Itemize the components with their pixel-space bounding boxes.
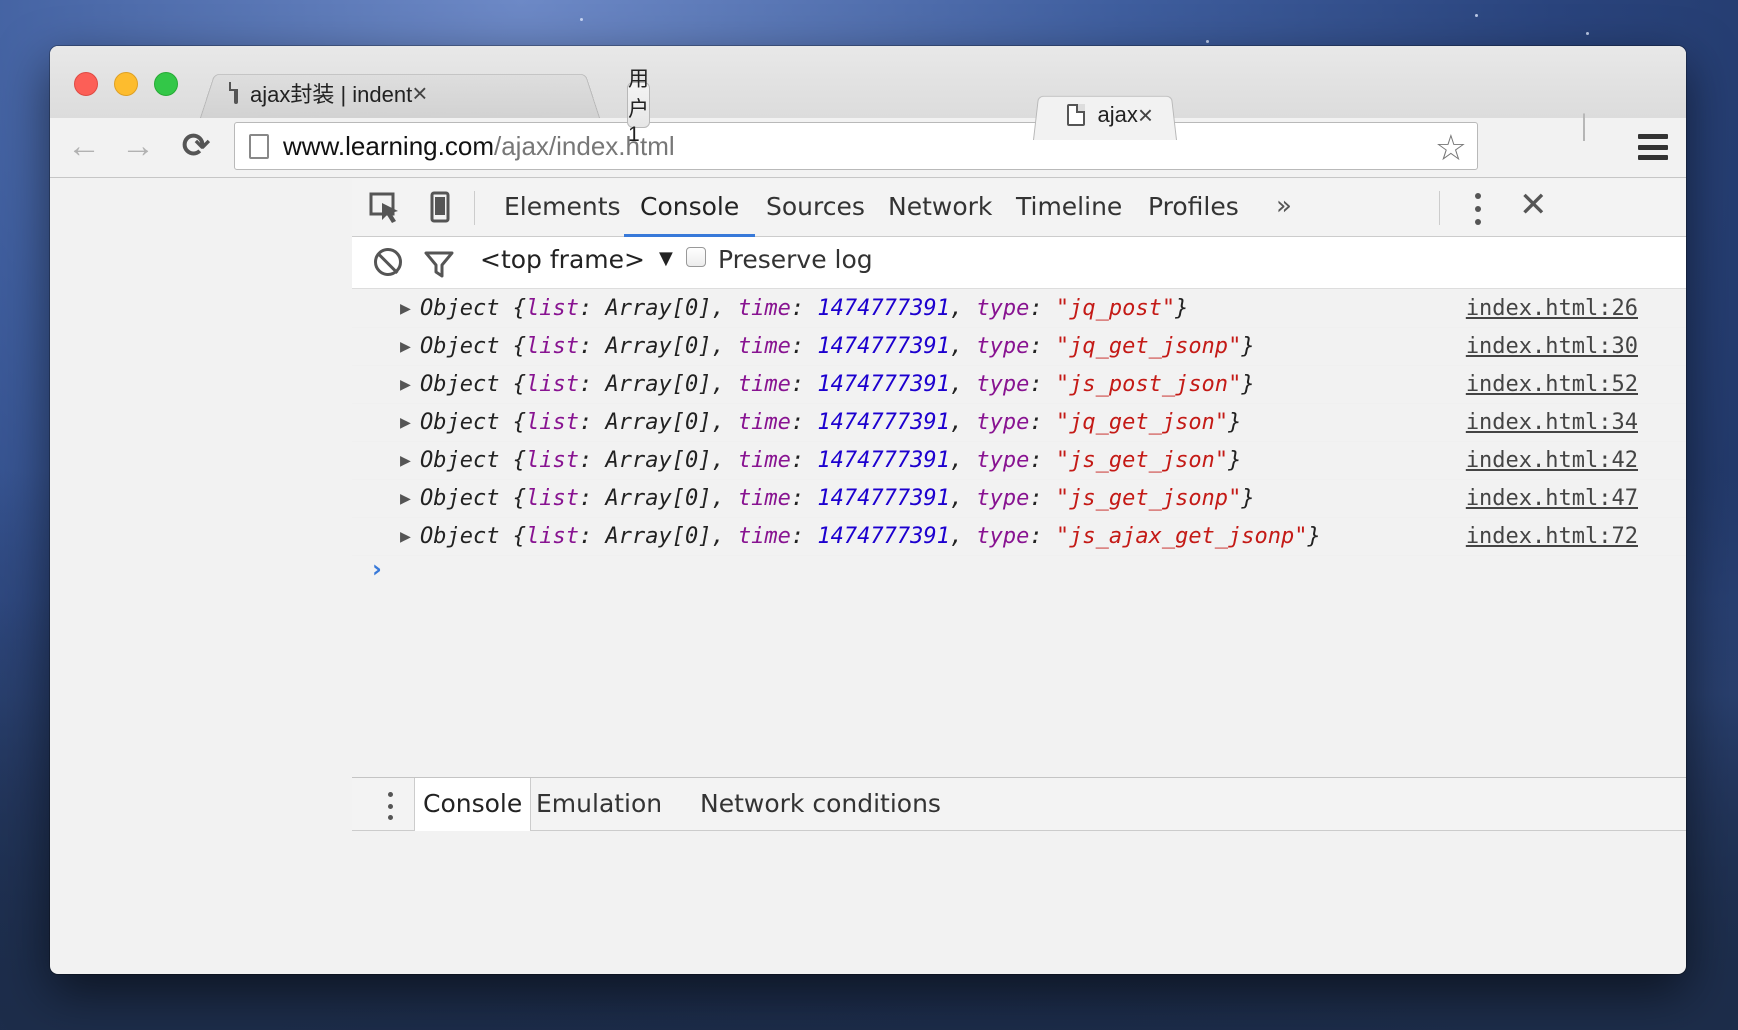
log-source-link[interactable]: index.html:26: [1466, 290, 1638, 328]
log-message: Object {list: Array[0], time: 1474777391…: [420, 486, 1255, 511]
browser-window: ajax封装 | indent × <\/div> ajax × 用户1 ← →…: [50, 46, 1686, 974]
console-log-row[interactable]: ▶ Object {list: Array[0], time: 147477739…: [352, 328, 1686, 366]
log-source-link[interactable]: index.html:34: [1466, 404, 1638, 442]
device-mode-icon[interactable]: [422, 191, 458, 225]
preserve-log-checkbox[interactable]: Preserve log: [686, 245, 873, 274]
log-source-link[interactable]: index.html:42: [1466, 442, 1638, 480]
log-message: Object {list: Array[0], time: 1474777391…: [420, 448, 1242, 473]
hamburger-icon[interactable]: [1638, 134, 1668, 160]
frame-selector[interactable]: <top frame> ▼: [480, 245, 673, 274]
devtools-tab-elements[interactable]: Elements: [488, 179, 637, 237]
tab-close-icon[interactable]: ×: [412, 80, 427, 106]
drawer-tab-console[interactable]: Console: [414, 778, 532, 831]
browser-tab-ajax[interactable]: ajax ×: [1033, 90, 1178, 140]
close-devtools-icon[interactable]: ✕: [1519, 185, 1548, 225]
document-icon: [1067, 104, 1086, 126]
minimize-window-button[interactable]: [114, 72, 138, 96]
expand-triangle-icon[interactable]: ▶: [400, 404, 411, 442]
zoom-window-button[interactable]: [154, 72, 178, 96]
tab-title: ajax: [1097, 102, 1138, 127]
devtools-menu-icon[interactable]: [1474, 193, 1482, 225]
new-tab-button[interactable]: [1583, 113, 1586, 141]
clear-console-icon[interactable]: [374, 248, 402, 276]
expand-triangle-icon[interactable]: ▶: [400, 328, 411, 366]
page-icon: [249, 134, 269, 159]
tab-strip: ajax封装 | indent × <\/div> ajax × 用户1 ← →…: [50, 46, 1686, 831]
devtools-tab-network[interactable]: Network: [872, 179, 1008, 237]
inspect-element-icon[interactable]: [368, 191, 404, 225]
address-bar[interactable]: www.learning.com/ajax/index.html ☆: [234, 122, 1478, 170]
console-toolbar: <top frame> ▼ Preserve log: [352, 237, 1686, 289]
devtools-tab-sources[interactable]: Sources: [750, 179, 881, 237]
close-window-button[interactable]: [74, 72, 98, 96]
devtools-tab-timeline[interactable]: Timeline: [1000, 179, 1138, 237]
profile-button[interactable]: 用户1: [627, 68, 651, 146]
log-message: Object {list: Array[0], time: 1474777391…: [420, 296, 1189, 321]
document-icon: [229, 82, 238, 104]
log-message: Object {list: Array[0], time: 1474777391…: [420, 372, 1255, 397]
more-tabs-icon[interactable]: »: [1276, 191, 1292, 221]
devtools-tab-profiles[interactable]: Profiles: [1132, 179, 1255, 237]
tab-close-icon[interactable]: ×: [1138, 102, 1153, 128]
expand-triangle-icon[interactable]: ▶: [400, 442, 411, 480]
expand-triangle-icon[interactable]: ▶: [400, 290, 411, 328]
drawer-tab-network-conditions[interactable]: Network conditions: [692, 778, 949, 831]
expand-triangle-icon[interactable]: ▶: [400, 480, 411, 518]
reload-icon[interactable]: ⟳: [176, 126, 216, 166]
dropdown-arrow-icon: ▼: [658, 248, 673, 269]
console-log-row[interactable]: ▶ Object {list: Array[0], time: 147477739…: [352, 442, 1686, 480]
arrow-left-icon[interactable]: ←: [64, 126, 104, 166]
tab-title: ajax封装 | indent: [250, 82, 413, 107]
log-source-link[interactable]: index.html:52: [1466, 366, 1638, 404]
browser-tab-indent[interactable]: ajax封装 | indent × <\/div> ajax × 用户1: [200, 68, 1586, 146]
log-source-link[interactable]: index.html:47: [1466, 480, 1638, 518]
checkbox[interactable]: [686, 246, 706, 267]
filter-icon[interactable]: [424, 249, 454, 279]
drawer-menu-icon[interactable]: [386, 792, 394, 820]
console-log-row[interactable]: ▶ Object {list: Array[0], time: 147477739…: [352, 404, 1686, 442]
console-log: ▶ Object {list: Array[0], time: 147477739…: [352, 290, 1686, 556]
preserve-log-label: Preserve log: [718, 245, 873, 274]
devtools-drawer-tabbar: Console Emulation Network conditions: [352, 777, 1686, 831]
console-log-row[interactable]: ▶ Object {list: Array[0], time: 147477739…: [352, 480, 1686, 518]
expand-triangle-icon[interactable]: ▶: [400, 366, 411, 404]
log-source-link[interactable]: index.html:30: [1466, 328, 1638, 366]
browser-toolbar: ← → ⟳ www.learning.com/ajax/index.html ☆: [50, 118, 1686, 178]
devtools-tabbar: Elements Console Sources Network Timelin…: [352, 179, 1686, 237]
log-message: Object {list: Array[0], time: 1474777391…: [420, 524, 1321, 549]
arrow-right-icon[interactable]: →: [118, 126, 158, 166]
star-icon[interactable]: ☆: [1435, 127, 1467, 169]
console-log-row[interactable]: ▶ Object {list: Array[0], time: 147477739…: [352, 518, 1686, 556]
devtools-tab-console[interactable]: Console: [624, 179, 756, 237]
log-source-link[interactable]: index.html:72: [1466, 518, 1638, 556]
log-message: Object {list: Array[0], time: 1474777391…: [420, 334, 1255, 359]
console-log-row[interactable]: ▶ Object {list: Array[0], time: 147477739…: [352, 290, 1686, 328]
frame-selector-label: <top frame>: [480, 245, 645, 274]
drawer-tab-emulation[interactable]: Emulation: [528, 778, 670, 831]
console-prompt[interactable]: ›: [372, 555, 382, 583]
expand-triangle-icon[interactable]: ▶: [400, 518, 411, 556]
url-host: www.learning.com: [283, 130, 494, 161]
console-log-row[interactable]: ▶ Object {list: Array[0], time: 147477739…: [352, 366, 1686, 404]
log-message: Object {list: Array[0], time: 1474777391…: [420, 410, 1242, 435]
